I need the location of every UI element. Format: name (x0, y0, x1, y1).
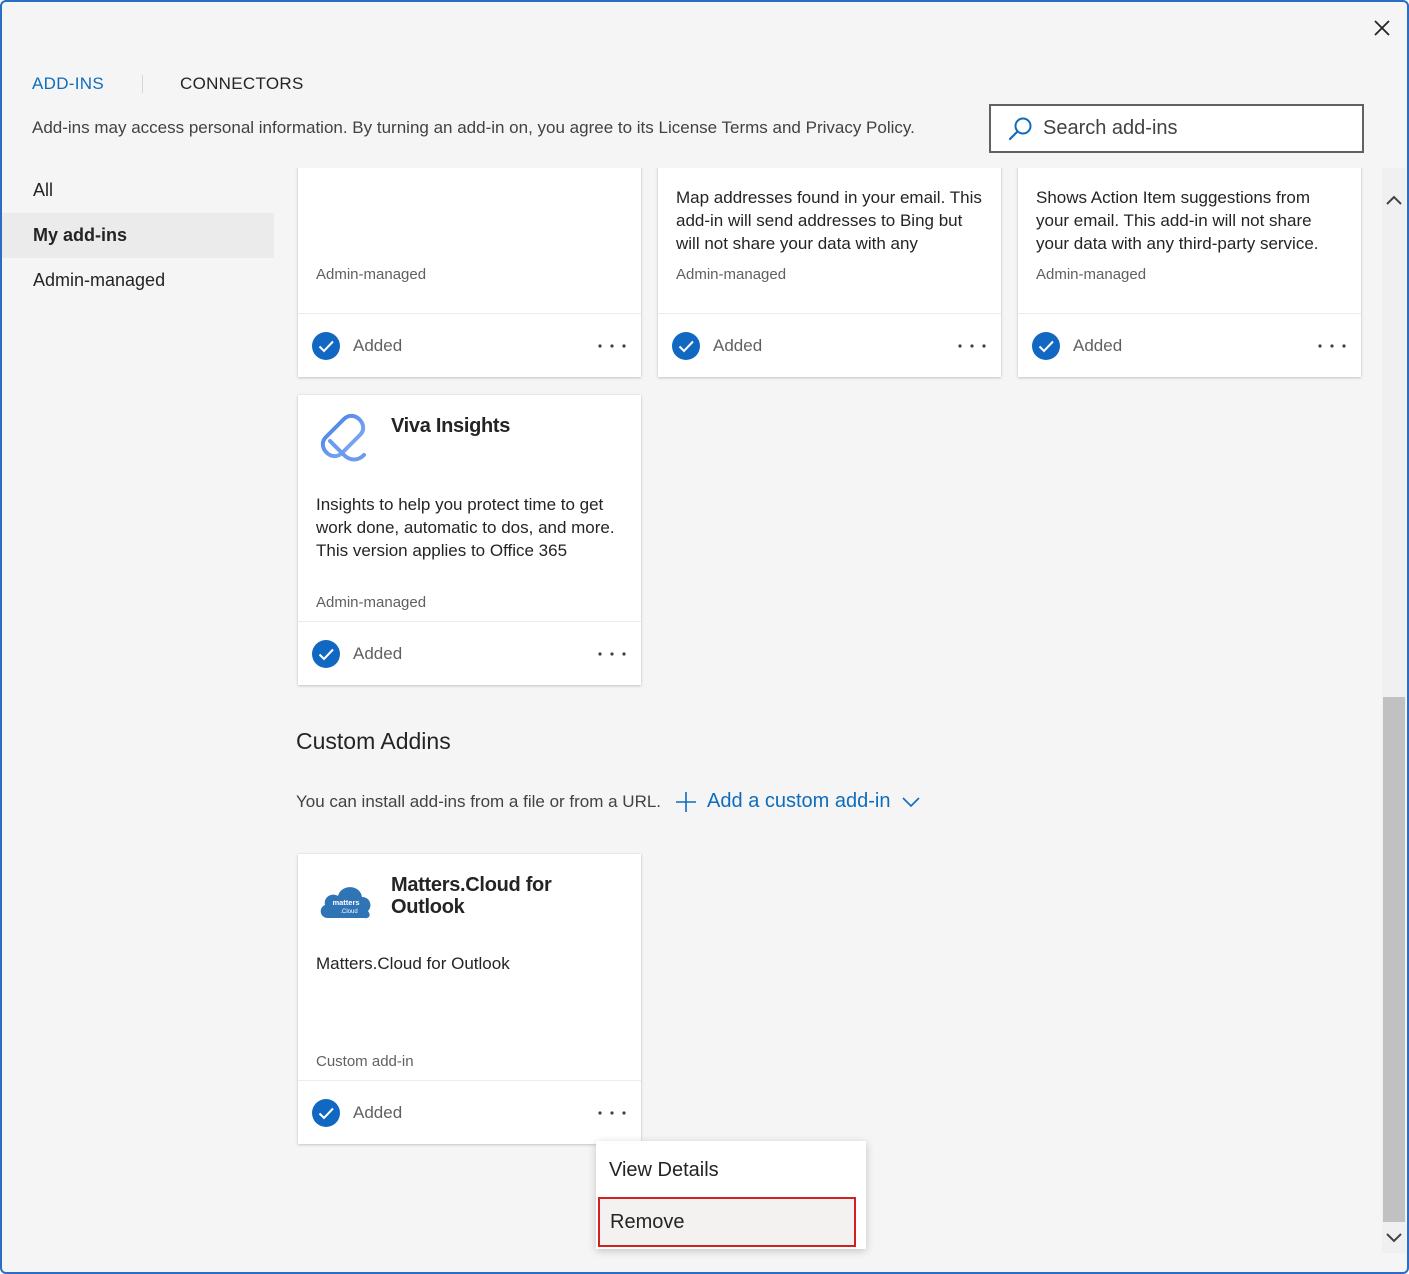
search-icon (1008, 117, 1032, 140)
close-icon (1374, 20, 1390, 36)
context-menu: View Details Remove (596, 1141, 866, 1249)
tab-add-ins[interactable]: ADD-INS (32, 74, 104, 94)
add-in-card: Map addresses found in your email. This … (658, 168, 1001, 377)
check-circle-icon (312, 1099, 340, 1127)
card-footer: Added (298, 1080, 641, 1144)
plus-icon (676, 791, 697, 812)
card-description: Matters.Cloud for Outlook (316, 954, 510, 973)
logo-text-matters: matters (332, 898, 359, 907)
card-description: Map addresses found in your email. This … (676, 188, 982, 253)
card-source: Admin-managed (676, 266, 787, 283)
sidebar-nav: All My add-ins Admin-managed (2, 168, 274, 303)
add-in-card: Admin-managed Added (298, 168, 641, 377)
add-ins-dialog: ADD-INS CONNECTORS Add-ins may access pe… (0, 0, 1409, 1274)
scrollbar-thumb[interactable] (1383, 697, 1405, 1222)
card-footer: Added (298, 313, 641, 377)
tab-separator (142, 75, 143, 93)
scroll-down-arrow-icon[interactable] (1382, 1228, 1406, 1248)
added-status: Added (353, 1103, 403, 1122)
close-button[interactable] (1366, 12, 1398, 44)
card-source: Admin-managed (1036, 266, 1147, 283)
added-status: Added (713, 336, 763, 355)
card-footer: Added (658, 313, 1001, 377)
chevron-down-icon (902, 796, 921, 807)
card-title: Matters.Cloud for Outlook (391, 874, 552, 918)
card-source: Custom add-in (316, 1053, 414, 1070)
card-title: Viva Insights (391, 415, 511, 437)
added-status: Added (353, 336, 403, 355)
card-source: Admin-managed (316, 266, 427, 283)
add-in-card-viva-insights: Viva Insights Insights to help you prote… (298, 395, 641, 685)
menu-item-remove[interactable]: Remove (598, 1197, 856, 1247)
menu-item-view-details[interactable]: View Details (596, 1145, 866, 1195)
added-status: Added (1073, 336, 1123, 355)
install-instructions: You can install add-ins from a file or f… (296, 791, 662, 811)
add-in-card-matters-cloud: matters .Cloud Matters.Cloud for Outlook… (298, 854, 641, 1144)
more-options-icon[interactable] (957, 338, 987, 354)
check-circle-icon (312, 640, 340, 668)
tab-bar: ADD-INS CONNECTORS (32, 74, 304, 94)
scroll-up-arrow-icon[interactable] (1382, 190, 1406, 210)
sidebar-item-my-add-ins[interactable]: My add-ins (2, 213, 274, 258)
card-source: Admin-managed (316, 594, 427, 611)
search-input[interactable] (1043, 117, 1343, 140)
sidebar-item-all[interactable]: All (2, 168, 274, 213)
more-options-icon[interactable] (1317, 338, 1347, 354)
add-custom-add-in-label: Add a custom add-in (707, 790, 891, 812)
more-options-icon[interactable] (597, 1105, 627, 1121)
add-custom-add-in-button[interactable]: Add a custom add-in (675, 790, 921, 813)
card-description: Insights to help you protect time to get… (316, 495, 615, 560)
add-ins-list: Admin-managed Added Map addresses found … (282, 168, 1380, 1272)
more-options-icon[interactable] (597, 338, 627, 354)
privacy-notice: Add-ins may access personal information.… (32, 118, 915, 137)
tab-connectors[interactable]: CONNECTORS (180, 74, 304, 94)
card-description: Shows Action Item suggestions from your … (1036, 188, 1319, 253)
sidebar-item-admin-managed[interactable]: Admin-managed (2, 258, 274, 303)
added-status: Added (353, 644, 403, 663)
vertical-scrollbar[interactable] (1382, 168, 1406, 1253)
custom-addins-heading: Custom Addins (296, 728, 451, 754)
viva-insights-logo-icon (320, 413, 366, 462)
more-options-icon[interactable] (597, 646, 627, 662)
check-circle-icon (312, 332, 340, 360)
check-circle-icon (672, 332, 700, 360)
check-circle-icon (1032, 332, 1060, 360)
card-footer: Added (298, 621, 641, 685)
search-box[interactable] (989, 104, 1364, 153)
logo-text-cloud: .Cloud (340, 909, 357, 915)
card-footer: Added (1018, 313, 1361, 377)
matters-cloud-logo-icon: matters .Cloud (320, 887, 371, 919)
install-row: You can install add-ins from a file or f… (296, 790, 921, 813)
add-in-card: Shows Action Item suggestions from your … (1018, 168, 1361, 377)
